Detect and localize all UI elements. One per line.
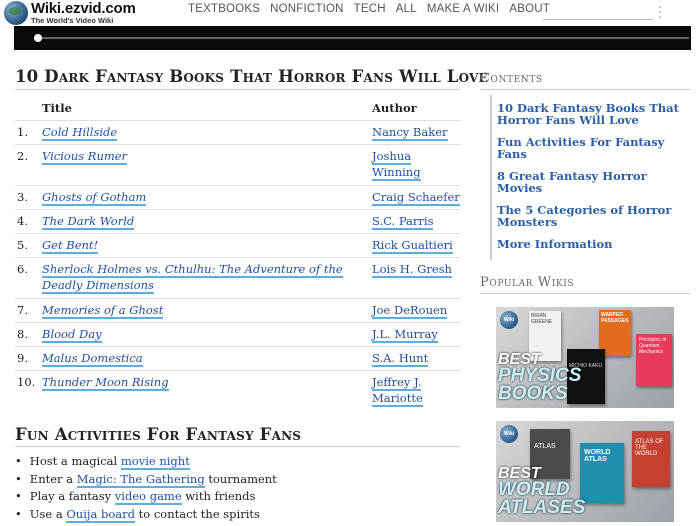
divider xyxy=(15,89,460,90)
video-scrubber-handle[interactable] xyxy=(34,34,42,42)
popular-wiki-physics-books[interactable]: Wiki BRIAN GREENE WARPED PASSAGES MICHIO… xyxy=(496,307,674,408)
table-row: 10. Thunder Moon Rising Jeffrey J. Mario… xyxy=(15,369,460,411)
row-number: 5. xyxy=(15,232,42,257)
book-cover-image: ATLAS OF THE WORLD xyxy=(632,431,670,487)
list-item: Enter a Magic: The Gathering tournament xyxy=(15,471,277,489)
popular-wiki-world-atlases[interactable]: Wiki ATLAS WORLD ATLAS ATLAS OF THE WORL… xyxy=(496,421,674,522)
toc-link-more-info[interactable]: More Information xyxy=(492,238,690,250)
author-link[interactable]: Lois H. Gresh xyxy=(372,261,452,278)
section-title-books: 10 Dark Fantasy Books That Horror Fans W… xyxy=(15,67,488,86)
video-progress-track[interactable] xyxy=(34,37,689,39)
wiki-thumb-label: BEST PHYSICS BOOKS xyxy=(498,351,582,404)
column-header-author: Author xyxy=(372,100,417,115)
search-input[interactable] xyxy=(543,19,653,20)
nav-item-about[interactable]: ABOUT xyxy=(509,3,550,15)
list-item: Use a Ouija board to contact the spirits xyxy=(15,506,277,524)
divider xyxy=(15,446,460,447)
video-player[interactable] xyxy=(14,26,691,50)
column-header-title: Title xyxy=(42,100,72,115)
book-title-link[interactable]: Thunder Moon Rising xyxy=(42,374,169,391)
table-row: 2. Vicious Rumer Joshua Winning xyxy=(15,143,460,185)
row-number: 4. xyxy=(15,208,42,233)
site-logo[interactable]: Wiki.ezvid.com The World's Video Wiki xyxy=(4,1,136,25)
toc-link-books[interactable]: 10 Dark Fantasy Books That Horror Fans W… xyxy=(492,102,690,126)
globe-logo-icon xyxy=(4,1,28,25)
activities-list: Host a magical movie night Enter a Magic… xyxy=(15,453,277,523)
top-bar: Wiki.ezvid.com The World's Video Wiki TE… xyxy=(0,0,700,26)
section-title-activities: Fun Activities For Fantasy Fans xyxy=(15,425,302,444)
table-of-contents: 10 Dark Fantasy Books That Horror Fans W… xyxy=(490,95,690,260)
author-link[interactable]: S.A. Hunt xyxy=(372,350,429,367)
activity-link[interactable]: Ouija board xyxy=(66,506,135,523)
site-tagline: The World's Video Wiki xyxy=(31,16,114,26)
toc-link-monsters[interactable]: The 5 Categories of Horror Monsters xyxy=(492,204,690,228)
books-table: Title Author 1. Cold Hillside Nancy Bake… xyxy=(15,96,460,411)
book-title-link[interactable]: Get Bent! xyxy=(42,237,99,254)
table-row: 1. Cold Hillside Nancy Baker xyxy=(15,119,460,144)
row-number: 2. xyxy=(15,143,42,185)
author-link[interactable]: Joe DeRouen xyxy=(372,302,448,319)
divider xyxy=(480,89,690,90)
wiki-badge-icon: Wiki xyxy=(500,425,518,443)
author-link[interactable]: Nancy Baker xyxy=(372,124,448,141)
table-row: 5. Get Bent! Rick Gualtieri xyxy=(15,232,460,257)
nav-item-textbooks[interactable]: TEXTBOOKS xyxy=(188,3,260,15)
row-number: 6. xyxy=(15,256,42,298)
book-title-link[interactable]: Malus Domestica xyxy=(42,350,143,367)
wiki-thumb-label: BEST WORLD ATLASES xyxy=(498,465,586,518)
table-row: 9. Malus Domestica S.A. Hunt xyxy=(15,345,460,370)
table-row: 4. The Dark World S.C. Parris xyxy=(15,208,460,233)
activity-link[interactable]: movie night xyxy=(120,454,190,470)
contents-heading: Contents xyxy=(480,71,543,86)
book-title-link[interactable]: Cold Hillside xyxy=(42,124,118,141)
row-number: 7. xyxy=(15,297,42,322)
nav-item-all[interactable]: ALL xyxy=(396,3,417,15)
row-number: 9. xyxy=(15,345,42,370)
book-title-link[interactable]: Sherlock Holmes vs. Cthulhu: The Adventu… xyxy=(42,261,343,294)
author-link[interactable]: Craig Schaefer xyxy=(372,189,460,206)
nav-item-tech[interactable]: TECH xyxy=(354,3,386,15)
table-row: 6. Sherlock Holmes vs. Cthulhu: The Adve… xyxy=(15,256,460,298)
toc-link-activities[interactable]: Fun Activities For Fantasy Fans xyxy=(492,136,690,160)
list-item: Play a fantasy video game with friends xyxy=(15,488,277,506)
author-link[interactable]: Rick Gualtieri xyxy=(372,237,453,254)
book-cover-image: WORLD ATLAS xyxy=(580,443,624,503)
row-number: 8. xyxy=(15,321,42,346)
book-title-link[interactable]: Blood Day xyxy=(42,326,102,343)
nav-item-nonfiction[interactable]: NONFICTION xyxy=(270,3,344,15)
row-number: 3. xyxy=(15,184,42,209)
book-title-link[interactable]: The Dark World xyxy=(42,213,135,230)
vertical-ellipsis-icon[interactable]: · · · xyxy=(658,2,662,25)
author-link[interactable]: J.L. Murray xyxy=(372,326,438,343)
table-row: 7. Memories of a Ghost Joe DeRouen xyxy=(15,297,460,322)
divider xyxy=(480,293,690,294)
popular-wikis-heading: Popular Wikis xyxy=(480,275,575,290)
table-row: 8. Blood Day J.L. Murray xyxy=(15,321,460,346)
book-title-link[interactable]: Memories of a Ghost xyxy=(42,302,164,319)
book-title-link[interactable]: Vicious Rumer xyxy=(42,148,128,165)
list-item: Host a magical movie night xyxy=(15,453,277,471)
site-title: Wiki.ezvid.com xyxy=(31,0,136,18)
main-nav: TEXTBOOKS NONFICTION TECH ALL MAKE A WIK… xyxy=(188,3,560,15)
wiki-badge-icon: Wiki xyxy=(500,311,518,329)
activity-link[interactable]: Magic: The Gathering xyxy=(76,471,205,488)
table-row: 3. Ghosts of Gotham Craig Schaefer xyxy=(15,184,460,209)
author-link[interactable]: Joshua Winning xyxy=(372,148,421,181)
author-link[interactable]: S.C. Parris xyxy=(372,213,434,230)
row-number: 10. xyxy=(15,369,42,411)
book-title-link[interactable]: Ghosts of Gotham xyxy=(42,189,147,206)
activity-link[interactable]: video game xyxy=(114,489,182,505)
book-cover-image: Principles of Quantum Mechanics xyxy=(636,334,672,386)
nav-item-make-a-wiki[interactable]: MAKE A WIKI xyxy=(427,3,500,15)
row-number: 1. xyxy=(15,119,42,144)
author-link[interactable]: Jeffrey J. Mariotte xyxy=(372,374,423,407)
toc-link-movies[interactable]: 8 Great Fantasy Horror Movies xyxy=(492,170,690,194)
